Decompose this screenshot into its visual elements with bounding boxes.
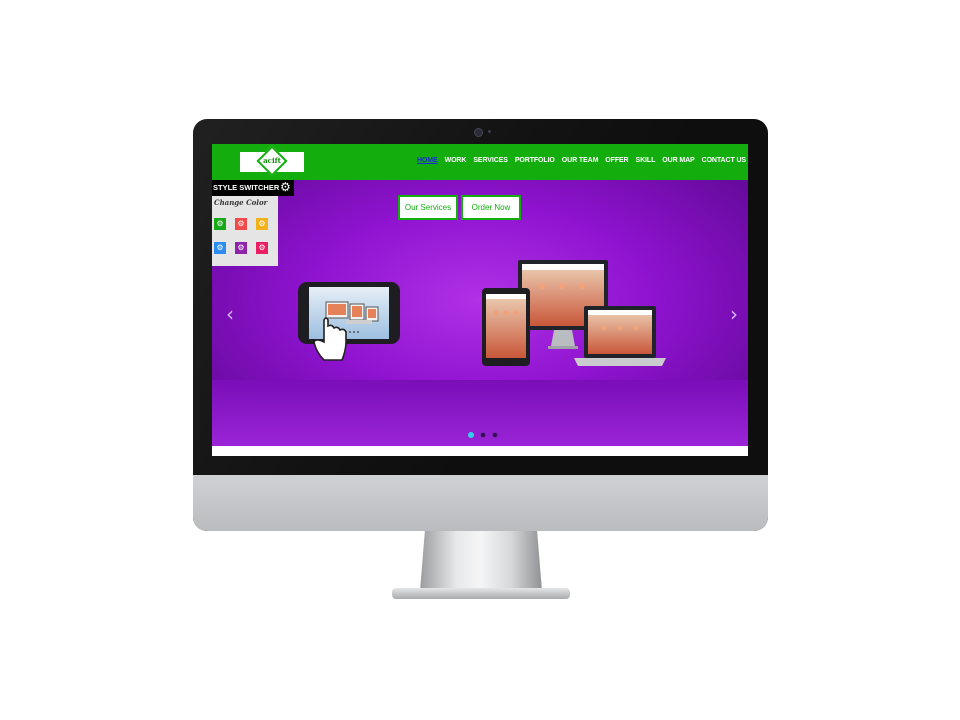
chevron-left-icon[interactable]: ‹ [226, 302, 234, 326]
monitor-base [392, 588, 570, 599]
slider-dot-3[interactable] [492, 432, 498, 438]
nav-our-map[interactable]: OUR MAP [662, 157, 694, 164]
nav-skill[interactable]: SKILL [636, 157, 656, 164]
nav-contact-us[interactable]: CONTACT US [702, 157, 746, 164]
nav-our-team[interactable]: OUR TEAM [562, 157, 599, 164]
color-swatch-yellow[interactable]: ⚙ [256, 218, 268, 230]
monitor-chin [193, 475, 768, 531]
style-switcher-header[interactable]: STYLE SWITCHER ⚙ [212, 180, 294, 196]
chevron-right-icon[interactable]: › [730, 302, 738, 326]
gear-icon[interactable]: ⚙ [280, 181, 291, 193]
nav-home[interactable]: HOME [417, 157, 438, 164]
order-now-button[interactable]: Order Now [461, 195, 521, 220]
style-switcher-title: STYLE SWITCHER [213, 183, 280, 192]
style-switcher-panel: Change Color ⚙ ⚙ ⚙ ⚙ ⚙ ⚙ [212, 196, 278, 266]
logo[interactable]: acift [240, 145, 304, 177]
color-swatch-blue[interactable]: ⚙ [214, 242, 226, 254]
color-swatch-green[interactable]: ⚙ [214, 218, 226, 230]
nav-offer[interactable]: OFFER [605, 157, 628, 164]
webcam-icon [474, 128, 483, 137]
camera-sensor [488, 130, 491, 133]
hero-slider: Our Services Order Now ‹ › [212, 180, 748, 446]
color-swatch-red[interactable]: ⚙ [235, 218, 247, 230]
screen: acift HOME WORK SERVICES PORTFOLIO OUR T… [212, 144, 748, 456]
nav-portfolio[interactable]: PORTFOLIO [515, 157, 555, 164]
slider-dots [468, 432, 498, 438]
color-swatch-purple[interactable]: ⚙ [235, 242, 247, 254]
slider-dot-1[interactable] [468, 432, 474, 438]
slider-dot-2[interactable] [480, 432, 486, 438]
nav-links: HOME WORK SERVICES PORTFOLIO OUR TEAM OF… [417, 157, 746, 164]
color-swatch-pink[interactable]: ⚙ [256, 242, 268, 254]
content-strip [212, 446, 748, 456]
monitor-stand [420, 531, 542, 591]
phone-illustration [298, 282, 400, 361]
logo-text: acift [263, 156, 281, 165]
nav-work[interactable]: WORK [445, 157, 467, 164]
change-color-label: Change Color [214, 198, 268, 207]
nav-services[interactable]: SERVICES [473, 157, 508, 164]
our-services-button[interactable]: Our Services [398, 195, 458, 220]
devices-illustration [482, 260, 666, 366]
navbar: acift HOME WORK SERVICES PORTFOLIO OUR T… [212, 144, 748, 180]
